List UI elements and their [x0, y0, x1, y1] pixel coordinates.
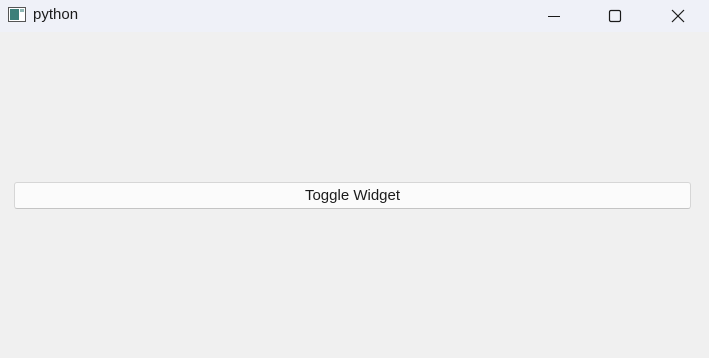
title-bar[interactable]: python — [0, 0, 709, 32]
minimize-button[interactable] — [531, 0, 577, 32]
python-app-icon — [8, 7, 26, 22]
maximize-button[interactable] — [592, 0, 638, 32]
app-window: python Toggle Widget — [0, 0, 709, 358]
close-icon — [671, 9, 685, 23]
maximize-icon — [608, 9, 622, 23]
minimize-icon — [547, 9, 561, 23]
close-button[interactable] — [655, 0, 701, 32]
window-title: python — [33, 6, 79, 23]
toggle-widget-button[interactable]: Toggle Widget — [14, 182, 691, 209]
